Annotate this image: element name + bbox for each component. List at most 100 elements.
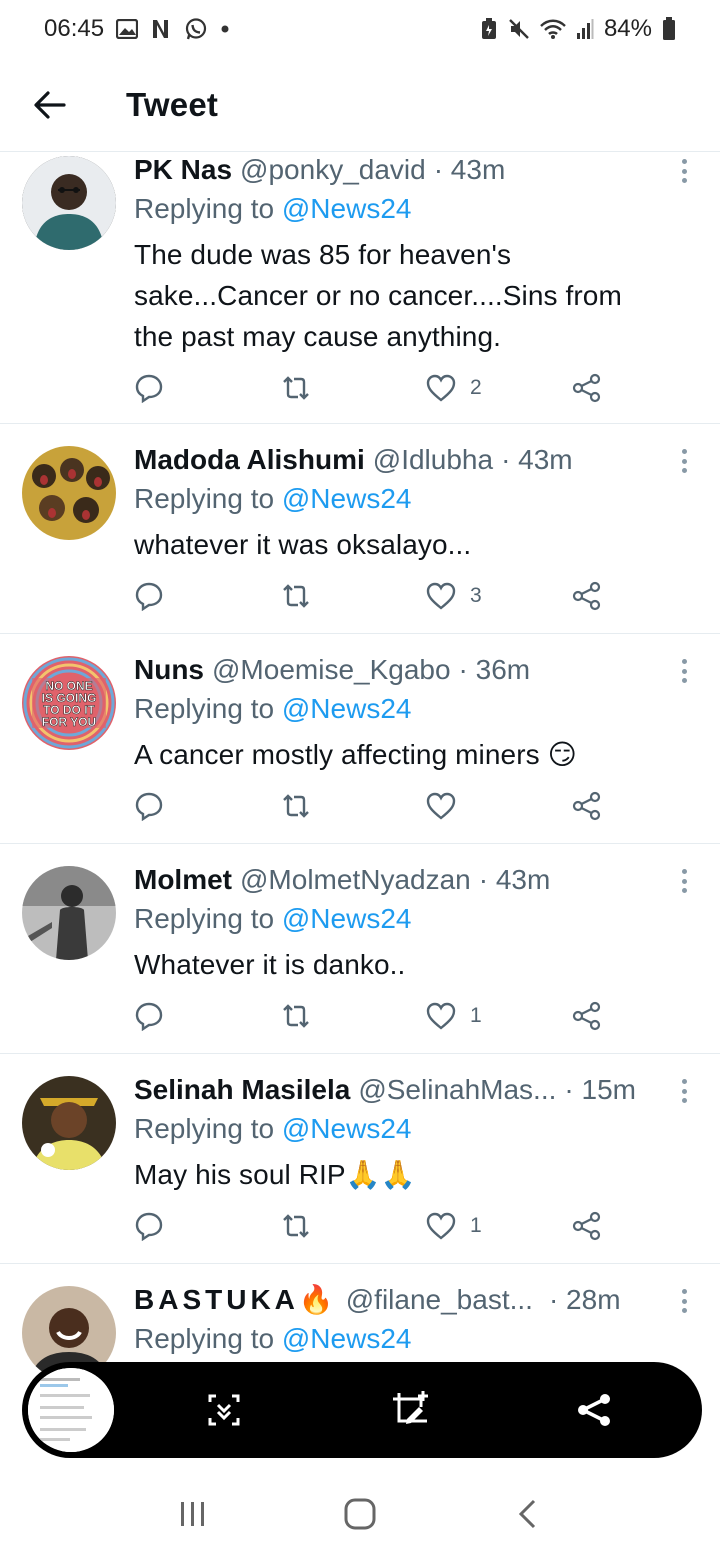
author-name[interactable]: Molmet: [134, 862, 232, 898]
edit-icon: [393, 1391, 428, 1424]
nav-back-icon: [518, 1499, 535, 1529]
retweet-icon: [283, 1004, 309, 1028]
heart-icon: [426, 1212, 456, 1240]
tweet-actions: 1: [134, 1208, 614, 1244]
author-handle[interactable]: @Idlubha: [373, 442, 493, 478]
like-count: 3: [470, 584, 482, 607]
mention-link[interactable]: @News24: [282, 1113, 412, 1144]
author-name[interactable]: Madoda Alishumi: [134, 442, 365, 478]
author-handle[interactable]: @ponky_david: [240, 152, 426, 188]
share-screenshot-button[interactable]: [570, 1386, 618, 1434]
avatar[interactable]: [22, 446, 116, 540]
mention-link[interactable]: @News24: [282, 903, 412, 934]
mention-link[interactable]: @News24: [282, 193, 412, 224]
scroll-capture-icon: [208, 1394, 240, 1426]
more-icon[interactable]: [674, 446, 694, 476]
more-icon[interactable]: [674, 1076, 694, 1106]
share-button[interactable]: [572, 370, 602, 406]
share-button[interactable]: [572, 998, 602, 1034]
avatar[interactable]: [22, 866, 116, 960]
reply-button[interactable]: [134, 788, 164, 824]
reply-icon: [135, 374, 163, 403]
more-icon[interactable]: [674, 1286, 694, 1316]
retweet-icon: [283, 584, 309, 608]
author-name[interactable]: PK Nas: [134, 152, 232, 188]
retweet-icon: [283, 794, 309, 818]
retweet-button[interactable]: [280, 1208, 312, 1244]
retweet-button[interactable]: [280, 370, 312, 406]
tweet-item[interactable]: Selinah Masilela @SelinahMas... · 15m Re…: [0, 1054, 720, 1264]
author-handle[interactable]: @MolmetNyadzan: [240, 862, 471, 898]
tweet-item[interactable]: NO ONE IS GOING TO DO IT FOR YOU Nuns @M…: [0, 634, 720, 844]
tweet-time: · 36m: [458, 654, 531, 685]
avatar[interactable]: NO ONE IS GOING TO DO IT FOR YOU: [22, 656, 116, 750]
home-button[interactable]: [330, 1484, 390, 1544]
share-button[interactable]: [572, 1208, 602, 1244]
system-nav-bar: [0, 1468, 720, 1560]
tweet-text: A cancer mostly affecting miners 😏: [134, 739, 577, 770]
tweet-item[interactable]: PK Nas @ponky_david · 43m Replying to @N…: [0, 152, 720, 424]
like-count: 1: [470, 1004, 482, 1027]
more-icon[interactable]: [674, 656, 694, 686]
share-icon: [572, 1001, 601, 1031]
home-icon: [344, 1498, 376, 1530]
mention-link[interactable]: @News24: [282, 693, 412, 724]
scroll-capture-button[interactable]: [200, 1386, 248, 1434]
like-button[interactable]: 2: [426, 370, 482, 406]
status-time: 06:45: [44, 15, 105, 42]
recents-button[interactable]: [163, 1484, 223, 1544]
more-icon[interactable]: [674, 156, 694, 186]
author-handle[interactable]: @Moemise_Kgabo: [212, 652, 451, 688]
avatar[interactable]: [22, 1076, 116, 1170]
share-button[interactable]: [572, 788, 602, 824]
reply-button[interactable]: [134, 578, 164, 614]
reply-button[interactable]: [134, 370, 164, 406]
share-button[interactable]: [572, 578, 602, 614]
replying-to: Replying to @News24: [134, 693, 412, 724]
screenshot-thumbnail[interactable]: [25, 1365, 117, 1455]
tweet-text: Whatever it is danko..: [134, 949, 406, 980]
retweet-icon: [283, 1214, 309, 1238]
like-button[interactable]: 1: [426, 998, 482, 1034]
author-name[interactable]: Selinah Masilela: [134, 1072, 350, 1108]
retweet-button[interactable]: [280, 578, 312, 614]
author-handle[interactable]: @SelinahMas...: [358, 1072, 556, 1108]
replying-to: Replying to @News24: [134, 1113, 412, 1144]
notification-dot-icon: [220, 24, 230, 34]
more-icon[interactable]: [674, 866, 694, 896]
tweet-actions: 1: [134, 998, 614, 1034]
reply-feed[interactable]: PK Nas @ponky_david · 43m Replying to @N…: [0, 152, 720, 1388]
mention-link[interactable]: @News24: [282, 483, 412, 514]
reply-icon: [135, 582, 163, 611]
battery-saver-icon: [480, 18, 498, 40]
share-icon: [572, 1211, 601, 1241]
like-button[interactable]: [426, 788, 470, 824]
like-button[interactable]: 1: [426, 1208, 482, 1244]
reply-button[interactable]: [134, 1208, 164, 1244]
tweet-item[interactable]: Madoda Alishumi @Idlubha · 43m Replying …: [0, 424, 720, 634]
nav-back-button[interactable]: [497, 1484, 557, 1544]
svg-text:FOR YOU: FOR YOU: [42, 715, 96, 729]
author-name[interactable]: BASTUKA🔥: [134, 1282, 338, 1318]
tweet-item[interactable]: Molmet @MolmetNyadzan · 43m Replying to …: [0, 844, 720, 1054]
like-button[interactable]: 3: [426, 578, 482, 614]
reply-icon: [135, 792, 163, 821]
tweet-text: The dude was 85 for heaven's sake...Canc…: [134, 239, 622, 352]
heart-icon: [426, 792, 456, 820]
heart-icon: [426, 1002, 456, 1030]
back-button[interactable]: [0, 58, 100, 152]
replying-to: Replying to @News24: [134, 903, 412, 934]
tweet-time: · 28m: [548, 1284, 621, 1315]
author-handle[interactable]: @filane_bast...: [346, 1282, 533, 1318]
edit-screenshot-button[interactable]: [386, 1386, 434, 1434]
retweet-button[interactable]: [280, 788, 312, 824]
tweet-text: whatever it was oksalayo...: [134, 529, 472, 560]
mention-link[interactable]: @News24: [282, 1323, 412, 1354]
back-arrow-icon: [34, 90, 66, 119]
reply-button[interactable]: [134, 998, 164, 1034]
tweet-actions: [134, 788, 614, 824]
status-bar: 06:45 84%: [0, 0, 720, 58]
author-name[interactable]: Nuns: [134, 652, 204, 688]
avatar[interactable]: [22, 156, 116, 250]
retweet-button[interactable]: [280, 998, 312, 1034]
